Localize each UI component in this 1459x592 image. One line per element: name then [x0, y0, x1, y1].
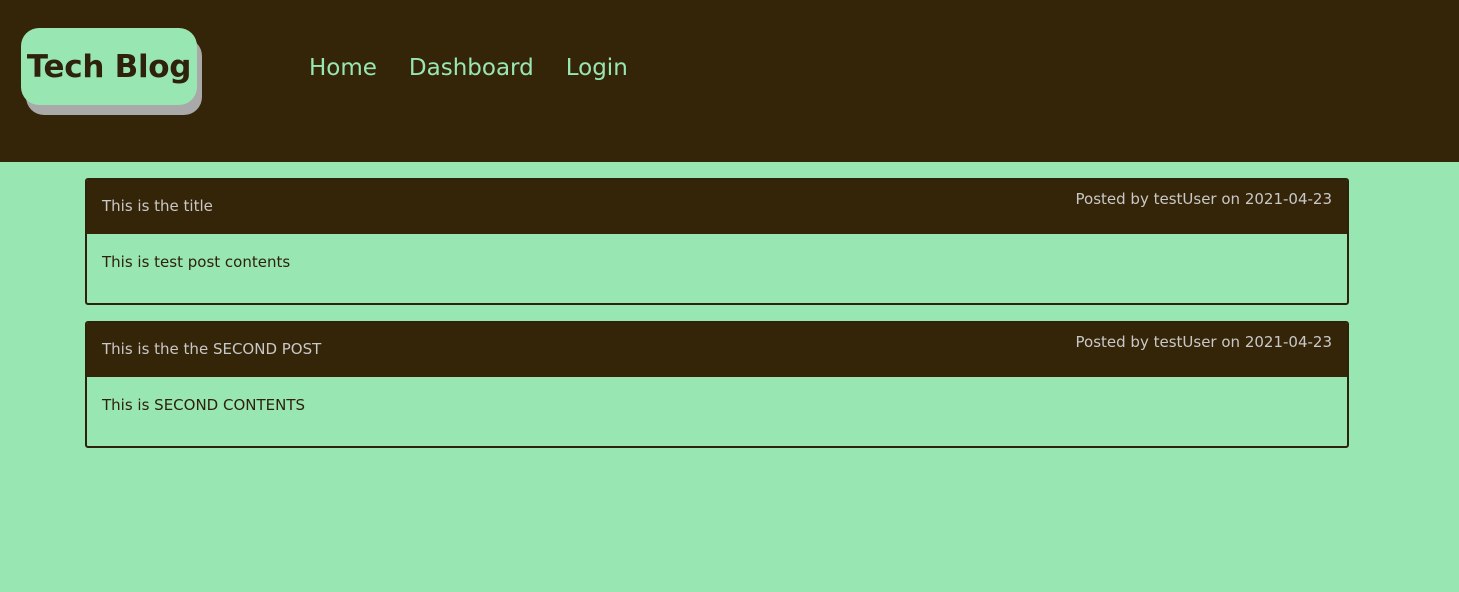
post-meta: Posted by testUser on 2021-04-23 [1075, 333, 1332, 351]
post-card[interactable]: This is the title Posted by testUser on … [85, 178, 1349, 305]
post-meta: Posted by testUser on 2021-04-23 [1075, 190, 1332, 208]
nav-home-link[interactable]: Home [309, 51, 377, 85]
nav-login-link[interactable]: Login [566, 51, 628, 85]
post-header: This is the title Posted by testUser on … [87, 180, 1347, 234]
post-list: This is the title Posted by testUser on … [85, 178, 1349, 464]
post-card[interactable]: This is the the SECOND POST Posted by te… [85, 321, 1349, 448]
post-body: This is SECOND CONTENTS [102, 396, 306, 414]
top-navbar: Tech Blog Home Dashboard Login [0, 0, 1459, 162]
nav-dashboard-link[interactable]: Dashboard [409, 51, 534, 85]
post-body: This is test post contents [102, 253, 291, 271]
post-header: This is the the SECOND POST Posted by te… [87, 323, 1347, 377]
post-title[interactable]: This is the title [102, 197, 213, 215]
brand-logo[interactable]: Tech Blog [21, 28, 197, 105]
main-nav: Home Dashboard Login [309, 51, 628, 85]
post-title[interactable]: This is the the SECOND POST [102, 340, 321, 358]
